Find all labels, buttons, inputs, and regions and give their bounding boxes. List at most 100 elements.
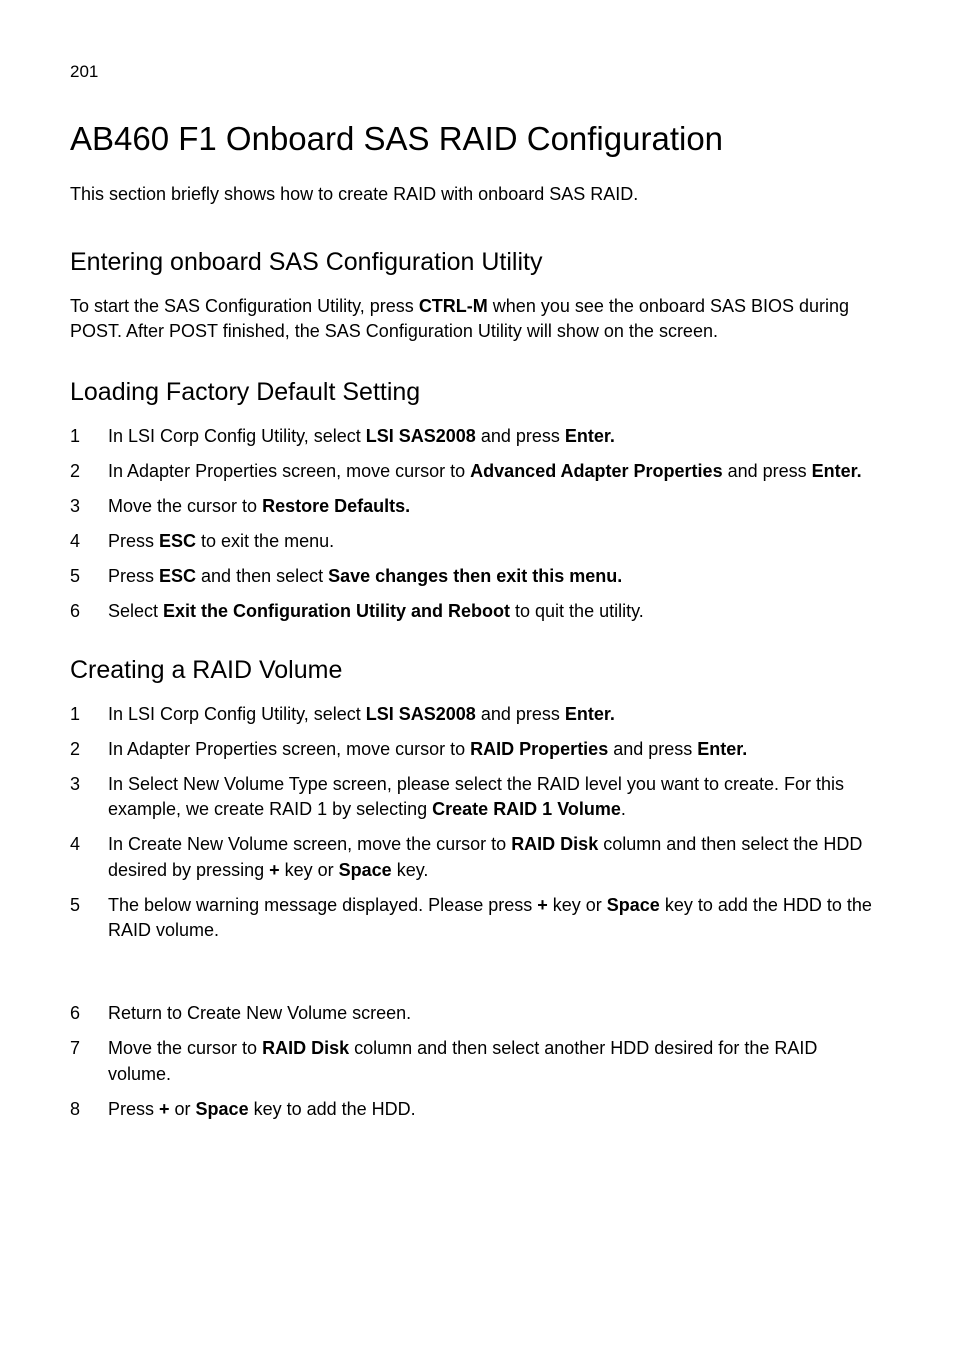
list-item-number: 4: [70, 832, 80, 857]
bold-text: Space: [607, 895, 660, 915]
page-number: 201: [70, 60, 884, 84]
section3-list: 1 In LSI Corp Config Utility, select LSI …: [70, 702, 884, 1122]
text-run: key.: [392, 860, 429, 880]
text-run: Press: [108, 531, 159, 551]
list-item-number: 3: [70, 494, 80, 519]
bold-text: Save changes then exit this menu.: [328, 566, 622, 586]
bold-text: Advanced Adapter Properties: [470, 461, 722, 481]
text-run: Move the cursor to: [108, 1038, 262, 1058]
text-run: key or: [548, 895, 607, 915]
list-item: 5 Press ESC and then select Save changes …: [70, 564, 884, 589]
list-item-content: The below warning message displayed. Ple…: [108, 895, 872, 940]
bold-text: ESC: [159, 531, 196, 551]
list-item-number: 4: [70, 529, 80, 554]
section2-heading: Loading Factory Default Setting: [70, 375, 884, 410]
bold-text: +: [269, 860, 280, 880]
bold-text: Enter.: [812, 461, 862, 481]
page-title: AB460 F1 Onboard SAS RAID Configuration: [70, 116, 884, 162]
text-run: to exit the menu.: [196, 531, 334, 551]
list-item-number: 7: [70, 1036, 80, 1061]
text-run: In Create New Volume screen, move the cu…: [108, 834, 511, 854]
bold-text: RAID Properties: [470, 739, 608, 759]
text-run: and press: [723, 461, 812, 481]
bold-text: +: [159, 1099, 170, 1119]
list-item-number: 5: [70, 893, 80, 918]
bold-text: LSI SAS2008: [366, 426, 476, 446]
list-item: 8 Press + or Space key to add the HDD.: [70, 1097, 884, 1122]
bold-text: Space: [196, 1099, 249, 1119]
list-item-content: Press ESC to exit the menu.: [108, 531, 334, 551]
list-item: 3 In Select New Volume Type screen, pleas…: [70, 772, 884, 822]
list-item: 2 In Adapter Properties screen, move curs…: [70, 737, 884, 762]
list-item-number: 1: [70, 702, 80, 727]
list-item-number: 2: [70, 737, 80, 762]
section3-heading: Creating a RAID Volume: [70, 653, 884, 688]
bold-text: RAID Disk: [262, 1038, 349, 1058]
bold-text: Enter.: [565, 704, 615, 724]
section1-paragraph: To start the SAS Configuration Utility, …: [70, 294, 884, 344]
list-item-content: Select Exit the Configuration Utility an…: [108, 601, 644, 621]
text-run: Return to Create New Volume screen.: [108, 1003, 411, 1023]
bold-text: ESC: [159, 566, 196, 586]
text-run: key to add the HDD.: [249, 1099, 416, 1119]
list-item-content: In Adapter Properties screen, move curso…: [108, 739, 747, 759]
list-item-number: 6: [70, 599, 80, 624]
text-run: or: [170, 1099, 196, 1119]
text-run: Press: [108, 1099, 159, 1119]
list-item: 7 Move the cursor to RAID Disk column and…: [70, 1036, 884, 1086]
list-item: 4 In Create New Volume screen, move the c…: [70, 832, 884, 882]
list-item-number: 6: [70, 1001, 80, 1026]
text-run: Move the cursor to: [108, 496, 262, 516]
text-run: The below warning message displayed. Ple…: [108, 895, 537, 915]
list-item-content: Move the cursor to RAID Disk column and …: [108, 1038, 817, 1083]
text-run: In LSI Corp Config Utility, select: [108, 704, 366, 724]
intro-paragraph: This section briefly shows how to create…: [70, 182, 884, 207]
text-run: In Adapter Properties screen, move curso…: [108, 461, 470, 481]
text-run: and then select: [196, 566, 328, 586]
list-item: 4 Press ESC to exit the menu.: [70, 529, 884, 554]
section1-heading: Entering onboard SAS Configuration Utili…: [70, 245, 884, 280]
list-item-content: Press ESC and then select Save changes t…: [108, 566, 622, 586]
list-item-number: 3: [70, 772, 80, 797]
list-item-content: In LSI Corp Config Utility, select LSI S…: [108, 426, 615, 446]
list-item-number: 5: [70, 564, 80, 589]
text-run: and press: [608, 739, 697, 759]
list-item: 1 In LSI Corp Config Utility, select LSI …: [70, 424, 884, 449]
list-item: 5 The below warning message displayed. Pl…: [70, 893, 884, 943]
text-run: and press: [476, 426, 565, 446]
list-item-content: In Adapter Properties screen, move curso…: [108, 461, 862, 481]
text-run: In LSI Corp Config Utility, select: [108, 426, 366, 446]
list-item-content: In Select New Volume Type screen, please…: [108, 774, 844, 819]
bold-text: Exit the Configuration Utility and Reboo…: [163, 601, 510, 621]
text-run: Select: [108, 601, 163, 621]
text-run: .: [621, 799, 626, 819]
list-item-number: 1: [70, 424, 80, 449]
list-item-content: Return to Create New Volume screen.: [108, 1003, 411, 1023]
list-item-content: Move the cursor to Restore Defaults.: [108, 496, 410, 516]
list-item-content: In LSI Corp Config Utility, select LSI S…: [108, 704, 615, 724]
bold-text: Create RAID 1 Volume: [432, 799, 621, 819]
text-run: key or: [280, 860, 339, 880]
list-item: 1 In LSI Corp Config Utility, select LSI …: [70, 702, 884, 727]
bold-text: +: [537, 895, 548, 915]
bold-text: Enter.: [565, 426, 615, 446]
list-item: 2 In Adapter Properties screen, move curs…: [70, 459, 884, 484]
list-item: 6 Select Exit the Configuration Utility a…: [70, 599, 884, 624]
bold-text: Enter.: [697, 739, 747, 759]
bold-text: CTRL-M: [419, 296, 488, 316]
bold-text: RAID Disk: [511, 834, 598, 854]
bold-text: Space: [339, 860, 392, 880]
bold-text: LSI SAS2008: [366, 704, 476, 724]
list-item-number: 8: [70, 1097, 80, 1122]
list-item: 3 Move the cursor to Restore Defaults.: [70, 494, 884, 519]
list-item-number: 2: [70, 459, 80, 484]
bold-text: Restore Defaults.: [262, 496, 410, 516]
text-run: to quit the utility.: [510, 601, 644, 621]
text-run: and press: [476, 704, 565, 724]
text-run: In Adapter Properties screen, move curso…: [108, 739, 470, 759]
text-run: Press: [108, 566, 159, 586]
list-item-content: Press + or Space key to add the HDD.: [108, 1099, 416, 1119]
text-run: To start the SAS Configuration Utility, …: [70, 296, 419, 316]
section2-list: 1 In LSI Corp Config Utility, select LSI …: [70, 424, 884, 625]
list-item-content: In Create New Volume screen, move the cu…: [108, 834, 862, 879]
